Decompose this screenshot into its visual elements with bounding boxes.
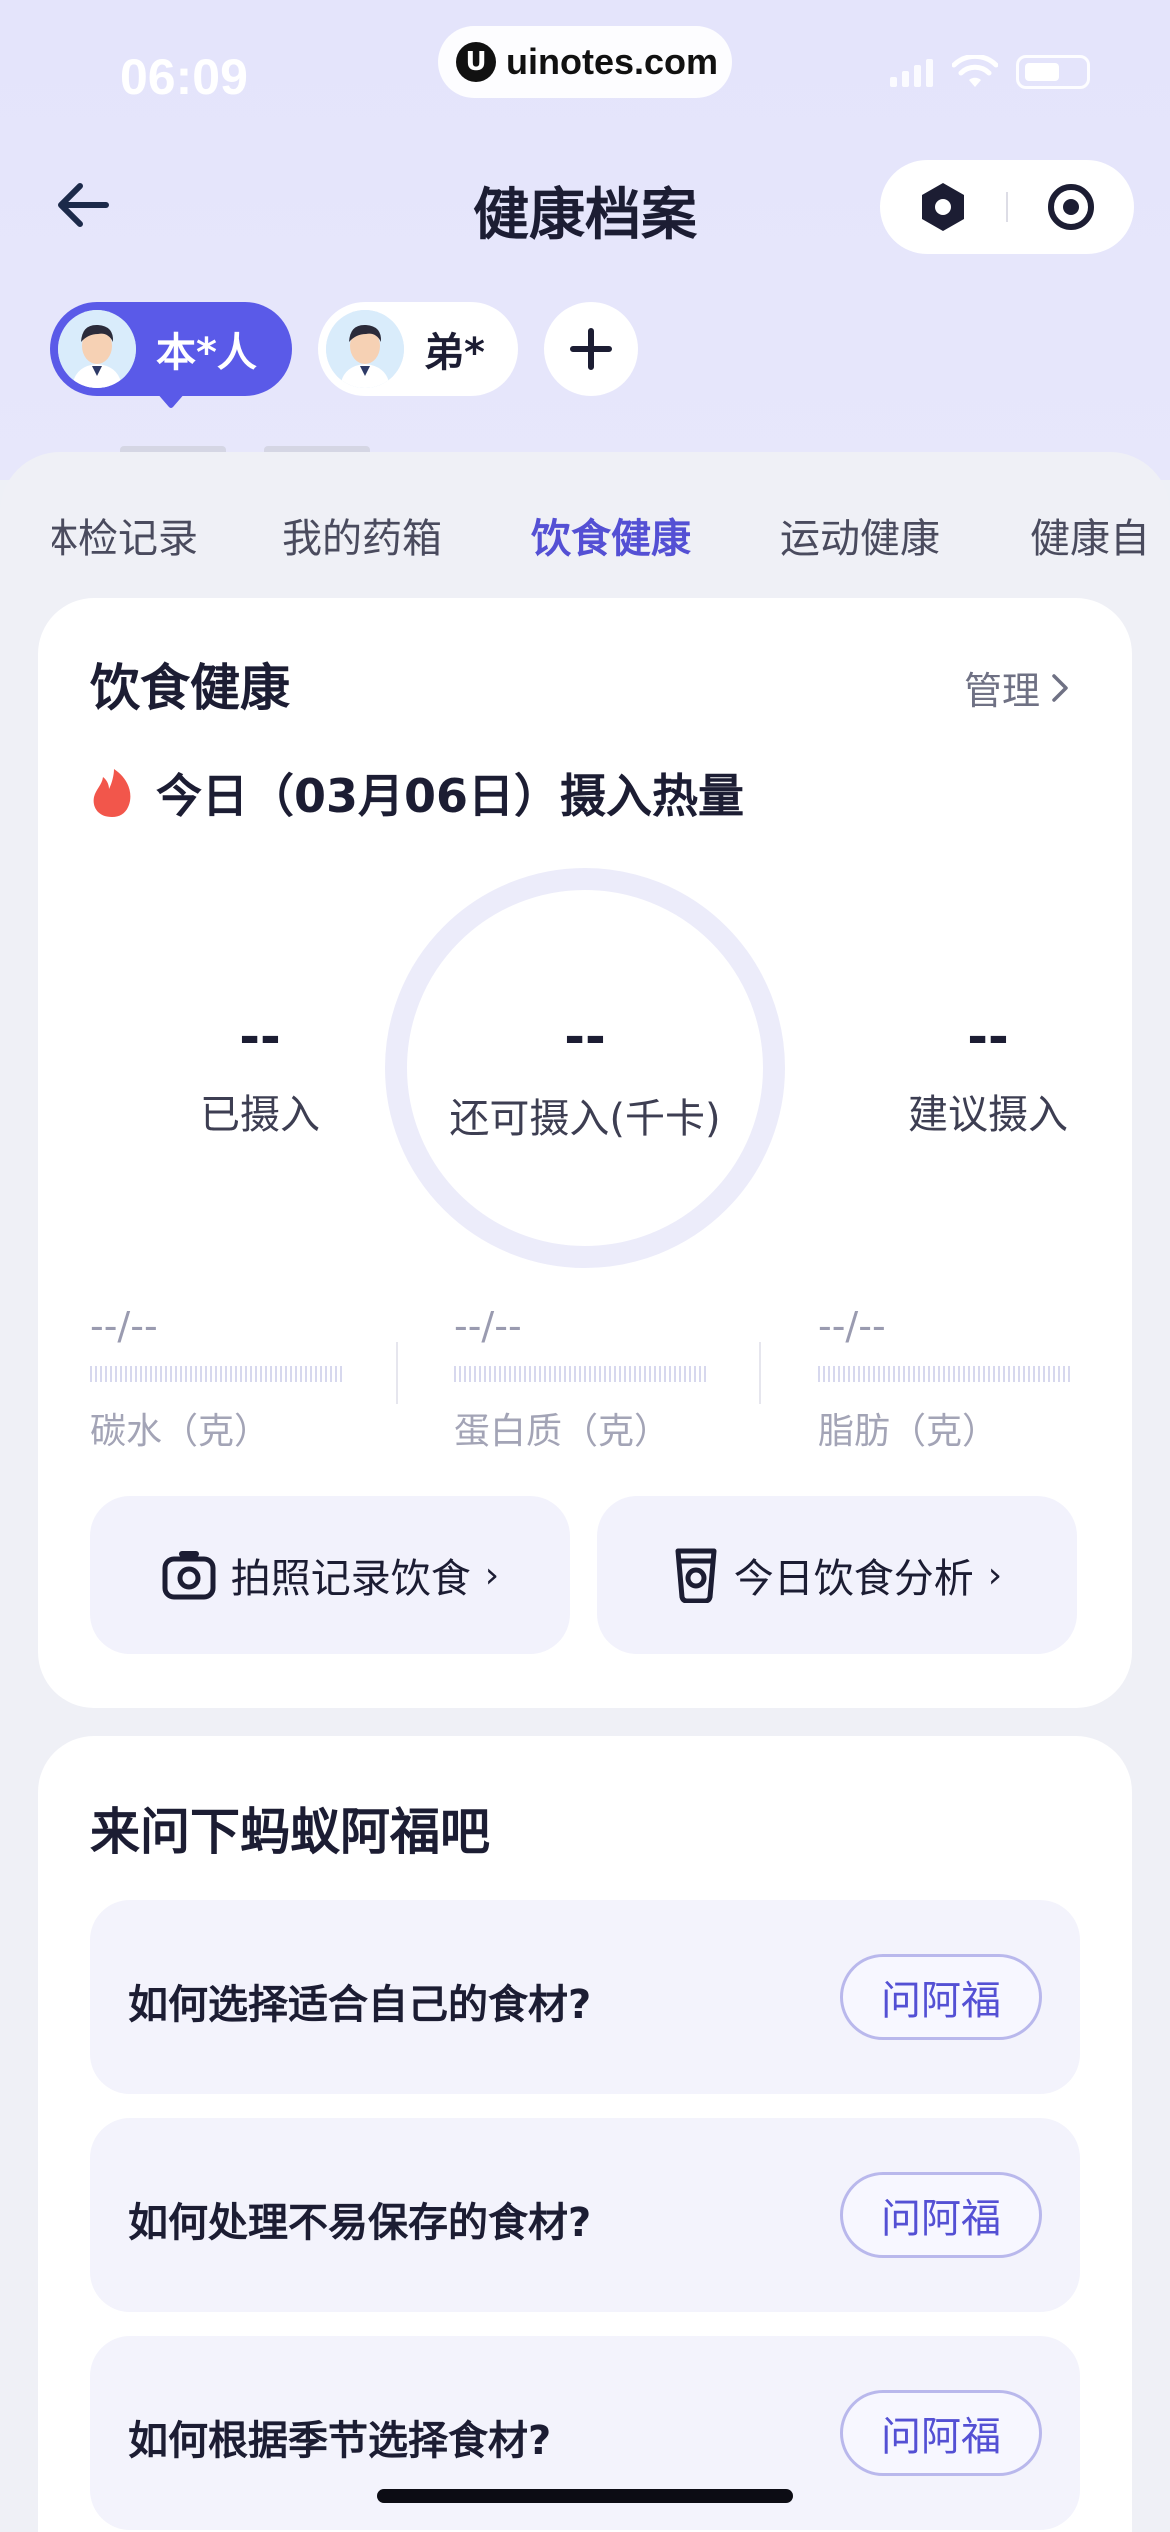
eye-icon[interactable] [1044,180,1098,234]
macro-fat: --/-- 脂肪（克） [818,1304,1078,1454]
avatar-man-icon [58,310,136,388]
remaining-label: 还可摄入(千卡) [449,1096,721,1142]
suggested-value: -- [967,1008,1009,1066]
chevron-right-icon: › [987,1554,1003,1596]
today-label: 今日（03月06日）摄入热量 [156,769,745,823]
tab-exercise-health[interactable]: 运动健康 [780,506,940,564]
profile-pill-brother[interactable]: 弟* [318,302,518,396]
profile-name: 本*人 [156,330,257,376]
question-text: 如何根据季节选择食材? [128,2418,552,2464]
tab-diet-health[interactable]: 饮食健康 [531,506,691,564]
consumed-label: 已摄入 [200,1092,320,1138]
card-title: 饮食健康 [90,659,290,717]
today-calorie-header: 今日（03月06日）摄入热量 [90,760,744,826]
active-pill-pointer [156,392,186,408]
photo-record-label: 拍照记录饮食 [230,1556,471,1602]
macro-divider [759,1342,761,1404]
avatar [326,310,404,388]
macro-carbs: --/-- 碳水（克） [90,1304,350,1454]
macro-progress-bar [90,1366,342,1382]
capsule-divider [1006,192,1008,222]
macro-label: 蛋白质（克） [454,1411,671,1452]
macro-label: 脂肪（克） [818,1411,999,1452]
ask-afu-button[interactable]: 问阿福 [840,1954,1042,2040]
profile-pill-self[interactable]: 本*人 [50,302,292,396]
more-icon[interactable] [916,180,970,234]
profile-name: 弟* [424,330,485,376]
suggested-label: 建议摄入 [908,1092,1068,1138]
category-tabs: 体检记录 我的药箱 饮食健康 运动健康 健康自 [0,462,1170,602]
watermark-badge: U uinotes.com [438,26,732,98]
macro-progress-bar [454,1366,706,1382]
signal-icon [890,59,933,87]
avatar-man-icon [326,310,404,388]
chevron-right-icon [1052,673,1068,702]
tab-checkup-records[interactable]: 体检记录 [52,506,198,564]
cup-icon [675,1548,717,1603]
question-text: 如何处理不易保存的食材? [128,2200,592,2246]
macro-value: --/-- [818,1304,886,1348]
manage-label: 管理 [963,669,1040,713]
tab-health-self[interactable]: 健康自 [1030,506,1150,564]
status-indicators [890,55,1090,89]
tab-my-medicine[interactable]: 我的药箱 [282,506,442,564]
macro-progress-bar [818,1366,1070,1382]
question-item[interactable]: 如何处理不易保存的食材? 问阿福 [90,2118,1080,2312]
macro-divider [396,1342,398,1404]
battery-icon [1016,55,1090,89]
consumed-value: -- [239,1008,281,1066]
diet-analysis-button[interactable]: 今日饮食分析 › [597,1496,1077,1654]
wifi-icon [952,55,998,87]
watermark-logo-icon: U [456,42,496,82]
macro-label: 碳水（克） [90,1411,271,1452]
diet-health-card: 饮食健康 管理 今日（03月06日）摄入热量 -- 还可摄入(千卡) -- 已摄… [38,598,1132,1708]
manage-link[interactable]: 管理 [964,660,1070,715]
macro-value: --/-- [90,1304,158,1348]
plus-icon [570,328,612,370]
camera-icon [162,1551,216,1600]
question-text: 如何选择适合自己的食材? [128,1982,592,2028]
ask-afu-button[interactable]: 问阿福 [840,2172,1042,2258]
status-time: 06:09 [120,49,248,105]
ask-afu-card: 来问下蚂蚁阿福吧 如何选择适合自己的食材? 问阿福 如何处理不易保存的食材? 问… [38,1736,1132,2532]
card-title: 来问下蚂蚁阿福吧 [90,1803,490,1861]
macro-protein: --/-- 蛋白质（克） [454,1304,714,1454]
mini-program-capsule [880,160,1134,254]
calorie-ring [385,868,785,1268]
add-profile-button[interactable] [544,302,638,396]
question-item[interactable]: 如何选择适合自己的食材? 问阿福 [90,1900,1080,2094]
remaining-value: -- [564,1008,606,1066]
chevron-right-icon: › [484,1554,500,1596]
diet-analysis-label: 今日饮食分析 [733,1556,974,1602]
photo-record-button[interactable]: 拍照记录饮食 › [90,1496,570,1654]
macro-value: --/-- [454,1304,522,1348]
watermark-text: uinotes.com [506,41,719,82]
ask-afu-button[interactable]: 问阿福 [840,2390,1042,2476]
home-indicator[interactable] [377,2489,793,2503]
avatar [58,310,136,388]
flame-icon [93,769,131,817]
